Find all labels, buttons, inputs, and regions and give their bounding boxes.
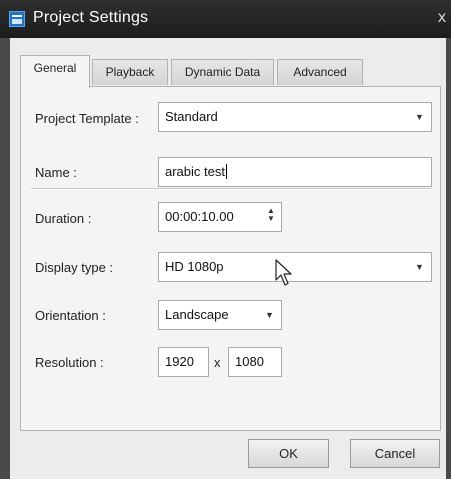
display-type-label: Display type : (35, 260, 114, 275)
chevron-down-icon: ▼ (265, 310, 274, 320)
name-label: Name : (35, 165, 77, 180)
name-input[interactable]: arabic test (158, 157, 432, 187)
project-template-value: Standard (165, 109, 218, 124)
duration-value: 00:00:10.00 (165, 209, 234, 224)
display-type-value: HD 1080p (165, 259, 224, 274)
duration-stepper[interactable]: 00:00:10.00 ▲ ▼ (158, 202, 282, 232)
tab-dynamic-data[interactable]: Dynamic Data (171, 59, 274, 85)
orientation-select[interactable]: Landscape ▼ (158, 300, 282, 330)
project-template-label: Project Template : (35, 111, 139, 126)
display-type-select[interactable]: HD 1080p ▼ (158, 252, 432, 282)
project-template-select[interactable]: Standard ▼ (158, 102, 432, 132)
window-title: Project Settings (33, 9, 149, 26)
title-bar[interactable]: Project Settings x (0, 0, 451, 38)
duration-label: Duration : (35, 211, 92, 226)
tab-general[interactable]: General (20, 55, 90, 88)
spinner-arrows-icon[interactable]: ▲ ▼ (266, 207, 276, 225)
tab-advanced[interactable]: Advanced (277, 59, 363, 85)
orientation-value: Landscape (165, 307, 229, 322)
section-divider (31, 188, 432, 190)
resolution-width-input[interactable]: 1920 (158, 347, 209, 377)
chevron-down-icon: ▼ (415, 112, 424, 122)
text-caret (225, 164, 227, 179)
tab-playback[interactable]: Playback (92, 59, 168, 85)
name-value: arabic test (165, 164, 225, 179)
mouse-pointer-icon (275, 259, 292, 286)
ok-button[interactable]: OK (248, 439, 329, 468)
resolution-separator: x (214, 355, 221, 370)
app-icon (9, 11, 25, 27)
dialog-body: General Playback Dynamic Data Advanced P… (10, 38, 446, 479)
chevron-down-icon: ▼ (415, 262, 424, 272)
resolution-label: Resolution : (35, 355, 104, 370)
project-settings-dialog: Project Settings x General Playback Dyna… (0, 0, 451, 479)
close-button[interactable]: x (438, 9, 446, 27)
orientation-label: Orientation : (35, 308, 106, 323)
cancel-button[interactable]: Cancel (350, 439, 440, 468)
resolution-height-input[interactable]: 1080 (228, 347, 282, 377)
general-panel: Project Template : Standard ▼ Name : ara… (20, 86, 441, 431)
